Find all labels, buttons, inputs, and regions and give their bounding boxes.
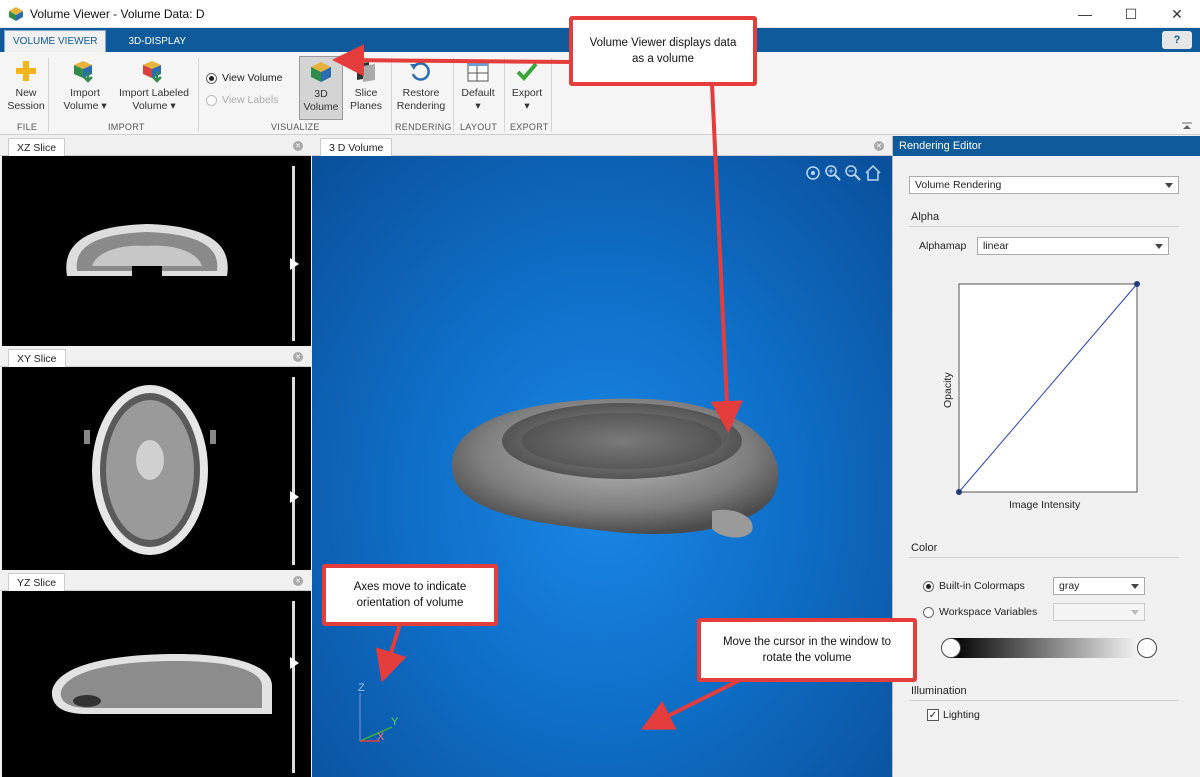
- annotation-arrows: [332, 44, 743, 730]
- callout-rotate-volume: Move the cursor in the window to rotate …: [697, 618, 917, 682]
- callout-volume-display: Volume Viewer displays data as a volume: [569, 16, 757, 86]
- callout-axes-orientation: Axes move to indicate orientation of vol…: [322, 564, 498, 626]
